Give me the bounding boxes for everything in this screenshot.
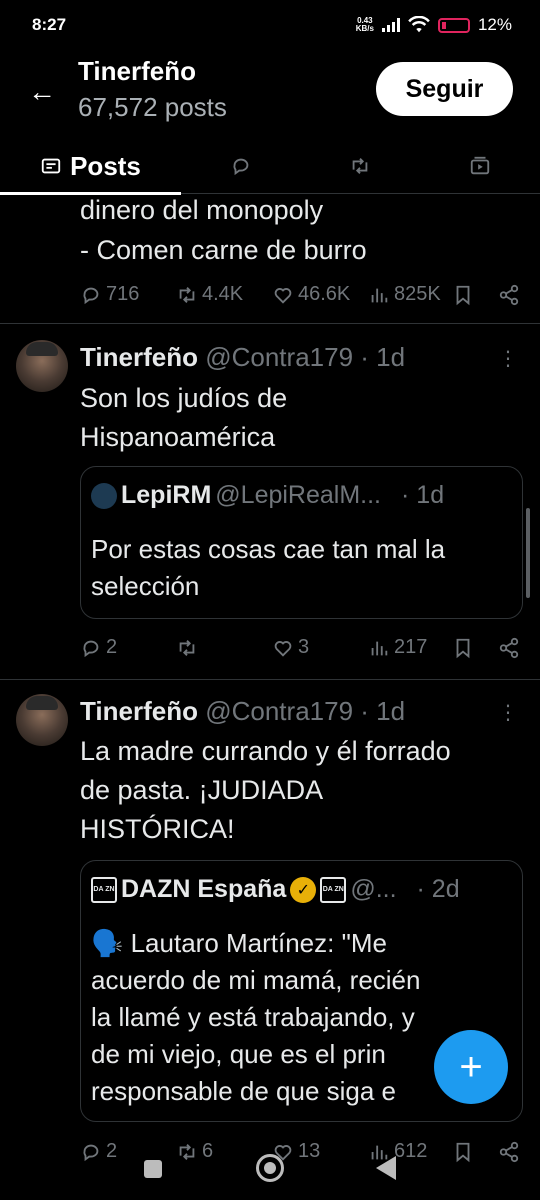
views-icon [371,288,388,302]
more-options-icon[interactable]: ⋮ [498,700,518,725]
heart-icon [274,287,292,304]
tab-replies[interactable] [181,138,301,194]
views-icon [371,641,388,655]
quoted-author-handle: @... [350,875,397,903]
author-name[interactable]: Tinerfeño [80,696,198,726]
reply-icon [83,287,99,304]
repost-icon [179,639,195,656]
status-time: 8:27 [32,15,67,34]
quoted-tweet[interactable]: LepiRM @LepiRealM... · 1d Por estas cosa… [80,466,523,619]
like-button[interactable]: 46.6K [272,283,368,306]
profile-name: Tinerfeño [78,56,196,86]
battery-icon [437,17,470,33]
wifi-icon [408,16,430,33]
reply-icon [233,158,249,176]
share-icon[interactable] [498,284,520,306]
tweet-header: Tinerfeño @Contra179 · 1d [80,342,405,373]
follow-button[interactable]: Seguir [376,62,513,116]
quoted-author-name: LepiRM [121,481,212,509]
dazn-affiliate-icon: DA ZN [320,876,347,903]
quoted-author-name: DAZN España [121,875,287,903]
network-speed: 0.43 KB/s [355,16,374,33]
compose-button[interactable]: + [434,1030,508,1104]
profile-header: ← Tinerfeño 67,572 posts Seguir [0,50,540,138]
bookmark-icon[interactable] [452,284,474,306]
post-count: 67,572 posts [78,92,227,122]
author-name[interactable]: Tinerfeño [80,342,198,372]
repost-icon [179,286,195,303]
battery-percent: 12% [477,15,512,34]
quoted-tweet-text: Por estas cosas cae tan mal la selección [91,534,446,601]
media-icon [470,156,490,175]
quoted-tweet-time: · 2d [416,875,460,903]
reply-button[interactable]: 716 [80,283,176,306]
reply-button[interactable]: 2 [80,636,176,659]
tweet-divider [0,323,540,324]
home-icon[interactable] [256,1154,284,1182]
tab-media[interactable] [420,138,540,194]
posts-icon [41,158,61,174]
status-icons: 0.43 KB/s 12% [356,15,512,35]
quoted-avatar [91,482,117,509]
quoted-author-handle: @LepiRealM... [215,481,382,509]
avatar[interactable] [16,694,68,746]
signal-icon [381,18,400,32]
quoted-tweet-time: · 1d [401,481,445,509]
views-button[interactable]: 825K [368,283,456,306]
back-arrow-icon[interactable]: ← [28,76,56,108]
dazn-logo-icon: DA ZN [91,876,117,903]
scrollbar[interactable] [526,508,530,598]
tweet-header: Tinerfeño @Contra179 · 1d [80,696,405,727]
previous-tweet-text: dinero del monopoly - Comen carne de bur… [80,195,367,265]
profile-tabs: Posts [0,138,540,195]
heart-icon [274,640,292,657]
previous-tweet-actions: 716 4.4K 46.6K 825K [80,283,524,306]
tweet-time: · 1d [360,696,406,726]
tab-posts[interactable]: Posts [0,138,181,195]
more-options-icon[interactable]: ⋮ [498,346,518,371]
quoted-tweet-header: DA ZN DAZN España ✓ DA ZN @... · 2d [91,875,460,904]
tweet-divider [0,679,540,680]
tweet-text: La madre currando y él forrado de pasta.… [80,736,451,844]
tweet-actions: 2 3 217 [80,636,524,659]
tab-posts-label: Posts [70,150,141,181]
system-back-icon[interactable] [376,1156,396,1180]
repost-button[interactable] [176,637,272,659]
system-navbar [0,1150,540,1190]
repost-icon [352,158,368,174]
quoted-tweet-header: LepiRM @LepiRealM... · 1d [91,481,444,510]
reply-icon [83,640,99,657]
tab-reposts[interactable] [300,138,420,194]
repost-button[interactable]: 4.4K [176,283,272,306]
tweet-time: · 1d [360,342,406,372]
tweet-text: Son los judíos de Hispanoamérica [80,383,288,452]
author-handle[interactable]: @Contra179 [205,696,353,726]
views-button[interactable]: 217 [368,636,456,659]
share-icon[interactable] [498,637,520,659]
like-button[interactable]: 3 [272,636,368,659]
avatar[interactable] [16,340,68,392]
recents-icon[interactable] [144,1160,162,1178]
author-handle[interactable]: @Contra179 [205,342,353,372]
bookmark-icon[interactable] [452,637,474,659]
verified-badge-icon: ✓ [290,876,317,903]
status-bar: 8:27 0.43 KB/s 12% [0,0,540,50]
